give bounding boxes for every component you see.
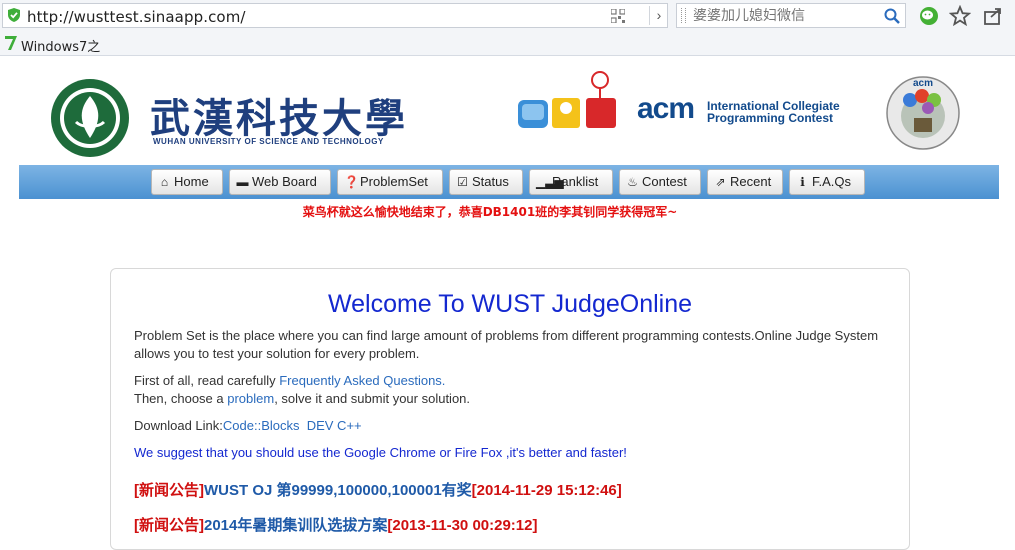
wechat-icon[interactable] xyxy=(918,5,940,27)
url-text[interactable]: http://wusttest.sinaapp.com/ xyxy=(27,8,246,26)
browser-toolbar: http://wusttest.sinaapp.com/ › xyxy=(0,0,1015,33)
news-date: [2014-11-29 15:12:46] xyxy=(471,482,622,499)
nav-status-button[interactable]: ☑ Status xyxy=(449,169,523,195)
intro-text: Problem Set is the place where you can f… xyxy=(134,328,879,361)
favorite-link[interactable]: Windows7之 xyxy=(21,36,100,55)
nav-status-label: Status xyxy=(472,174,509,189)
favorites-bar: Windows7之 xyxy=(0,32,1015,56)
school-name-en: WUHAN UNIVERSITY OF SCIENCE AND TECHNOLO… xyxy=(153,137,384,146)
chevron-right-icon[interactable]: › xyxy=(649,6,668,25)
first-of-all-line: First of all, read carefully Frequently … xyxy=(134,372,894,390)
welcome-panel: Welcome To WUST JudgeOnline Problem Set … xyxy=(110,268,910,550)
question-icon: ❓ xyxy=(344,175,359,189)
notice-marquee: 菜鸟杯就这么愉快地结束了，恭喜DB1401班的李其钊同学获得冠军~ xyxy=(302,205,678,219)
checkbox-icon: ☑ xyxy=(457,175,468,189)
school-name-cn: 武漢科技大學 xyxy=(150,95,408,142)
codeblocks-link[interactable]: Code::Blocks xyxy=(223,418,300,433)
news-title[interactable]: WUST OJ 第99999,100000,100001有奖 xyxy=(204,482,472,499)
info-icon: ℹ xyxy=(800,175,805,189)
signal-icon: ▁▃▅ xyxy=(536,175,564,189)
download-line: Download Link:Code::Blocks DEV C++ xyxy=(134,417,894,435)
search-icon[interactable] xyxy=(883,7,901,25)
nav-webboard-label: Web Board xyxy=(252,174,317,189)
faq-link[interactable]: Frequently Asked Questions. xyxy=(279,373,445,388)
qr-code-icon[interactable] xyxy=(611,9,625,23)
share-icon[interactable] xyxy=(982,5,1004,27)
news-item[interactable]: [新闻公告]2014年暑期集训队选拔方案[2013-11-30 00:29:12… xyxy=(134,514,537,535)
security-shield-icon xyxy=(8,8,20,22)
nav-ranklist-label: Ranklist xyxy=(552,174,599,189)
nav-home-button[interactable]: ⌂ Home xyxy=(151,169,223,195)
nav-home-label: Home xyxy=(174,174,209,189)
nav-problemset-button[interactable]: ❓ProblemSet xyxy=(337,169,443,195)
comment-icon: ▬ xyxy=(236,175,249,189)
first-text: First of all, read carefully xyxy=(134,373,280,388)
windows7-favicon-icon xyxy=(5,36,17,50)
news-date: [2013-11-30 00:29:12] xyxy=(387,517,538,534)
home-icon: ⌂ xyxy=(160,175,169,189)
acm-emblem-icon xyxy=(518,71,616,128)
news-tag: [新闻公告] xyxy=(134,517,204,534)
nav-faqs-button[interactable]: ℹ F.A.Qs xyxy=(789,169,865,195)
page-title: Welcome To WUST JudgeOnline xyxy=(327,290,693,318)
address-bar[interactable]: http://wusttest.sinaapp.com/ › xyxy=(2,3,668,28)
nav-webboard-button[interactable]: ▬ Web Board xyxy=(229,169,331,195)
site-banner: 武漢科技大學 WUHAN UNIVERSITY OF SCIENCE AND T… xyxy=(0,56,1015,164)
search-box[interactable] xyxy=(676,3,906,28)
choose-problem-line: Then, choose a problem, solve it and sub… xyxy=(134,390,894,408)
search-engine-grip-icon[interactable] xyxy=(681,8,686,23)
then-text: Then, choose a xyxy=(134,391,228,406)
nav-problemset-label: ProblemSet xyxy=(360,174,428,189)
acm-globe-logo: acm xyxy=(886,76,960,150)
acm-subtitle-line2: Programming Contest xyxy=(707,111,834,125)
main-nav: ⌂ Home ▬ Web Board ❓ProblemSet ☑ Status ▁▃▅… xyxy=(19,165,999,199)
nav-recent-button[interactable]: ⇗ Recent xyxy=(707,169,783,195)
news-title[interactable]: 2014年暑期集训队选拔方案 xyxy=(204,517,387,534)
star-icon[interactable] xyxy=(949,5,971,27)
nav-recent-label: Recent xyxy=(730,174,772,189)
acm-globe-text: acm xyxy=(913,78,933,89)
share-icon: ⇗ xyxy=(715,175,726,189)
fire-icon: ♨ xyxy=(627,175,638,189)
nav-ranklist-button[interactable]: ▁▃▅Ranklist xyxy=(529,169,613,195)
problem-link[interactable]: problem xyxy=(227,391,274,406)
devcpp-link[interactable]: DEV C++ xyxy=(307,418,362,433)
then-rest-text: , solve it and submit your solution. xyxy=(274,391,471,406)
nav-contest-label: Contest xyxy=(642,174,687,189)
nav-contest-button[interactable]: ♨ Contest xyxy=(619,169,701,195)
news-item[interactable]: [新闻公告]WUST OJ 第99999,100000,100001有奖[201… xyxy=(134,479,622,500)
search-input[interactable] xyxy=(693,8,879,24)
download-label: Download Link: xyxy=(134,418,223,433)
wust-seal-logo xyxy=(51,79,129,157)
news-tag: [新闻公告] xyxy=(134,482,204,499)
browser-suggestion: We suggest that you should use the Googl… xyxy=(134,445,627,460)
acm-wordmark: acm xyxy=(637,92,695,125)
nav-faqs-label: F.A.Qs xyxy=(812,174,852,189)
